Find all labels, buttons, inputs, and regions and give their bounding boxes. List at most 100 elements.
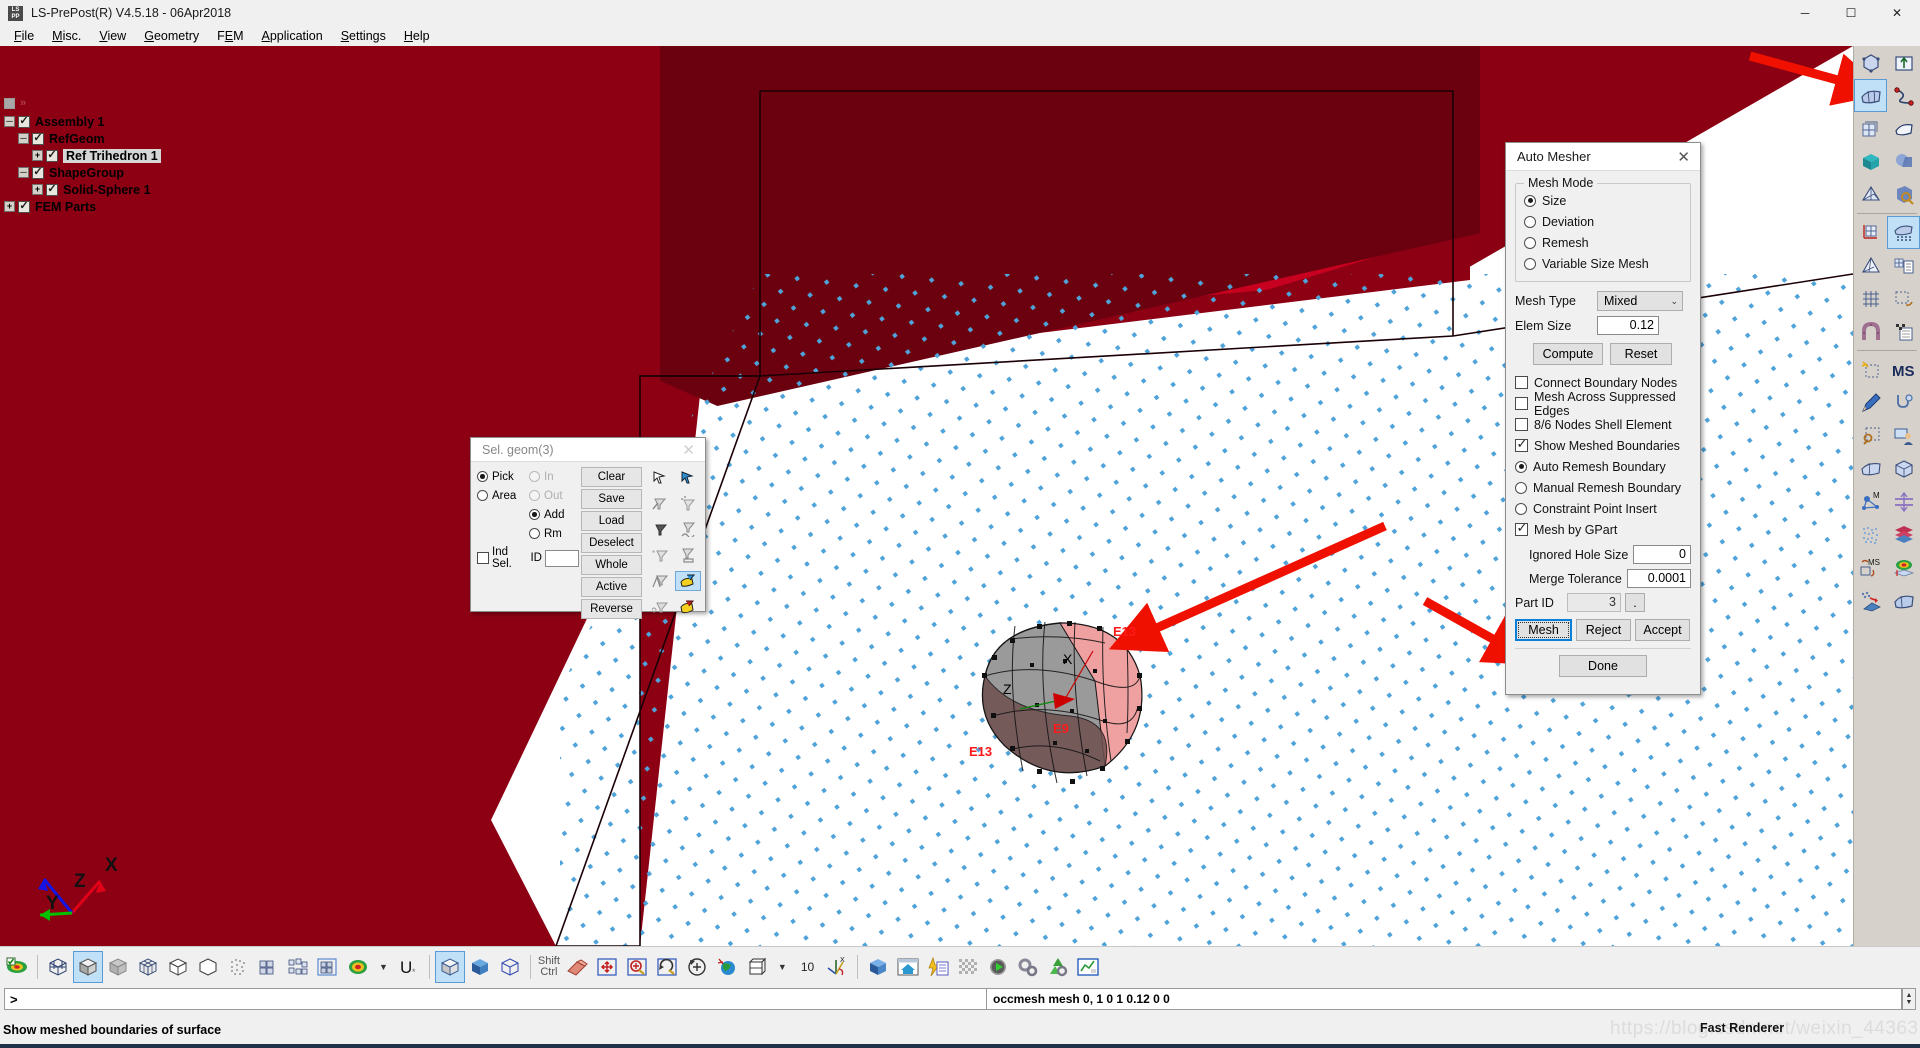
- solid-box-icon[interactable]: [1854, 46, 1887, 79]
- menu-settings[interactable]: Settings: [332, 28, 395, 44]
- save-button[interactable]: Save: [581, 489, 642, 509]
- part-id-picker-button[interactable]: .: [1625, 593, 1645, 612]
- menu-help[interactable]: Help: [395, 28, 439, 44]
- clear-button[interactable]: Clear: [581, 467, 642, 487]
- checker-list-icon[interactable]: [1887, 315, 1920, 348]
- pick-fill-icon[interactable]: [647, 519, 673, 539]
- tet-mesh-icon[interactable]: [1854, 178, 1887, 211]
- mesh-search-icon[interactable]: [1854, 419, 1887, 452]
- tree-checkbox[interactable]: ✓: [46, 149, 58, 162]
- radio-remesh[interactable]: Remesh: [1524, 232, 1682, 253]
- reverse-button[interactable]: Reverse: [581, 599, 642, 619]
- radio-deviation[interactable]: Deviation: [1524, 211, 1682, 232]
- measure-m-icon[interactable]: M: [1854, 485, 1887, 518]
- tree-node-ref-trihedron-1[interactable]: + ✓ Ref Trihedron 1: [4, 147, 234, 164]
- pick-cone-icon[interactable]: [647, 571, 673, 591]
- zoom-in-icon[interactable]: [622, 951, 652, 983]
- node-edit-icon[interactable]: [1887, 282, 1920, 315]
- radio-in[interactable]: In: [529, 467, 579, 486]
- tree-expander-icon[interactable]: ─: [4, 116, 15, 127]
- id-input[interactable]: [544, 549, 579, 567]
- accept-button[interactable]: Accept: [1635, 619, 1690, 641]
- pyramid-icon[interactable]: [1854, 249, 1887, 282]
- rotate-icon[interactable]: [652, 951, 682, 983]
- pick-by-cursor-icon[interactable]: [647, 467, 673, 487]
- tree-checkbox[interactable]: ✓: [18, 200, 30, 213]
- menu-application[interactable]: Application: [253, 28, 332, 44]
- tree-checkbox[interactable]: ✓: [32, 166, 44, 179]
- radio-area[interactable]: Area: [477, 486, 529, 505]
- caret-down-icon[interactable]: ▼: [778, 962, 787, 972]
- tree-node-shapegroup[interactable]: ─ ✓ ShapeGroup: [4, 164, 234, 181]
- layered-solid-icon[interactable]: [1887, 518, 1920, 551]
- pick-box-icon[interactable]: [675, 545, 701, 565]
- check-mesh-by-gpart[interactable]: Mesh by GPart: [1515, 519, 1691, 540]
- sel-geom-dialog[interactable]: Sel. geom(3) ✕ Pick Area In Out Add Rm I…: [470, 437, 706, 619]
- plane-arrow-icon[interactable]: [1887, 46, 1920, 79]
- maximize-button[interactable]: ☐: [1828, 0, 1874, 26]
- fringe-plot-icon[interactable]: [2, 951, 32, 983]
- part-id-input[interactable]: 3: [1567, 593, 1621, 612]
- caret-down-icon[interactable]: ▼: [379, 962, 388, 972]
- load-button[interactable]: Load: [581, 511, 642, 531]
- tree-expander-icon[interactable]: ─: [18, 167, 29, 178]
- active-button[interactable]: Active: [581, 577, 642, 597]
- tree-expand-icon[interactable]: »: [20, 97, 26, 109]
- tree-expander-icon[interactable]: +: [4, 201, 15, 212]
- quad-patch-icon[interactable]: [1887, 112, 1920, 145]
- mesh-table-icon[interactable]: [1887, 249, 1920, 282]
- globe-icon[interactable]: [712, 951, 742, 983]
- solid-cube-teal-icon[interactable]: [1854, 145, 1887, 178]
- curve-spline-icon[interactable]: [1887, 79, 1920, 112]
- recycle-gear-icon[interactable]: [1043, 951, 1073, 983]
- menu-file[interactable]: File: [5, 28, 43, 44]
- mesh-edge-icon[interactable]: [133, 951, 163, 983]
- whole-button[interactable]: Whole: [581, 555, 642, 575]
- arch-mesh-icon[interactable]: [1854, 315, 1887, 348]
- user-monitor-icon[interactable]: [1887, 419, 1920, 452]
- mesh-type-select[interactable]: Mixed ⌄: [1597, 291, 1683, 311]
- surface-blue-icon[interactable]: [1887, 584, 1920, 617]
- radio-auto-remesh-boundary[interactable]: Auto Remesh Boundary: [1515, 456, 1691, 477]
- tree-checkbox[interactable]: ✓: [46, 183, 58, 196]
- menu-fem[interactable]: FEM: [208, 28, 252, 44]
- flat-shade-icon[interactable]: [103, 951, 133, 983]
- eraser-icon[interactable]: [562, 951, 592, 983]
- command-history-spinner[interactable]: ▲ ▼: [1902, 988, 1916, 1010]
- tree-node-fem-parts[interactable]: + ✓ FEM Parts: [4, 198, 234, 215]
- step-count-label[interactable]: 10: [801, 960, 814, 974]
- radio-add[interactable]: Add: [529, 505, 579, 524]
- pick-surface-yellow-icon[interactable]: [675, 571, 701, 591]
- stethoscope-icon[interactable]: [1887, 386, 1920, 419]
- surface-mesh-icon[interactable]: [1887, 216, 1920, 249]
- tree-checkbox[interactable]: ✓: [32, 132, 44, 145]
- sphere-blend-icon[interactable]: [1887, 145, 1920, 178]
- pick-solid-yellow-icon[interactable]: [675, 597, 701, 617]
- pick-point-icon[interactable]: *: [647, 545, 673, 565]
- right-toolbar[interactable]: MS M MS: [1853, 46, 1920, 946]
- surface-patch-icon[interactable]: [1854, 79, 1887, 112]
- ms-text-icon[interactable]: MS: [1887, 353, 1920, 386]
- compute-button[interactable]: Compute: [1533, 343, 1603, 365]
- tree-expander-icon[interactable]: +: [32, 150, 43, 161]
- shaded-icon[interactable]: [73, 950, 103, 983]
- tree-expander-icon[interactable]: ─: [18, 133, 29, 144]
- pick-edge-icon[interactable]: [647, 493, 673, 513]
- grid-mesh-icon[interactable]: [1854, 282, 1887, 315]
- pick-by-area-icon[interactable]: [675, 467, 701, 487]
- view-wire-icon[interactable]: [495, 951, 525, 983]
- point-cloud-icon[interactable]: [1854, 518, 1887, 551]
- checker-pattern-icon[interactable]: [953, 951, 983, 983]
- axes-rotate-icon[interactable]: X: [822, 951, 852, 983]
- split-line-icon[interactable]: [1887, 485, 1920, 518]
- home-view-icon[interactable]: [893, 951, 923, 983]
- minimize-button[interactable]: ─: [1782, 0, 1828, 26]
- command-input[interactable]: >: [4, 988, 987, 1010]
- radio-constraint-point-insert[interactable]: Constraint Point Insert: [1515, 498, 1691, 519]
- view-solid-icon[interactable]: [434, 950, 465, 983]
- spot-node-icon[interactable]: [1854, 353, 1887, 386]
- pick-sphere-icon[interactable]: [647, 597, 673, 617]
- radio-variable-size-mesh[interactable]: Variable Size Mesh: [1524, 253, 1682, 274]
- exploded-icon[interactable]: [283, 951, 313, 983]
- pan-icon[interactable]: [592, 951, 622, 983]
